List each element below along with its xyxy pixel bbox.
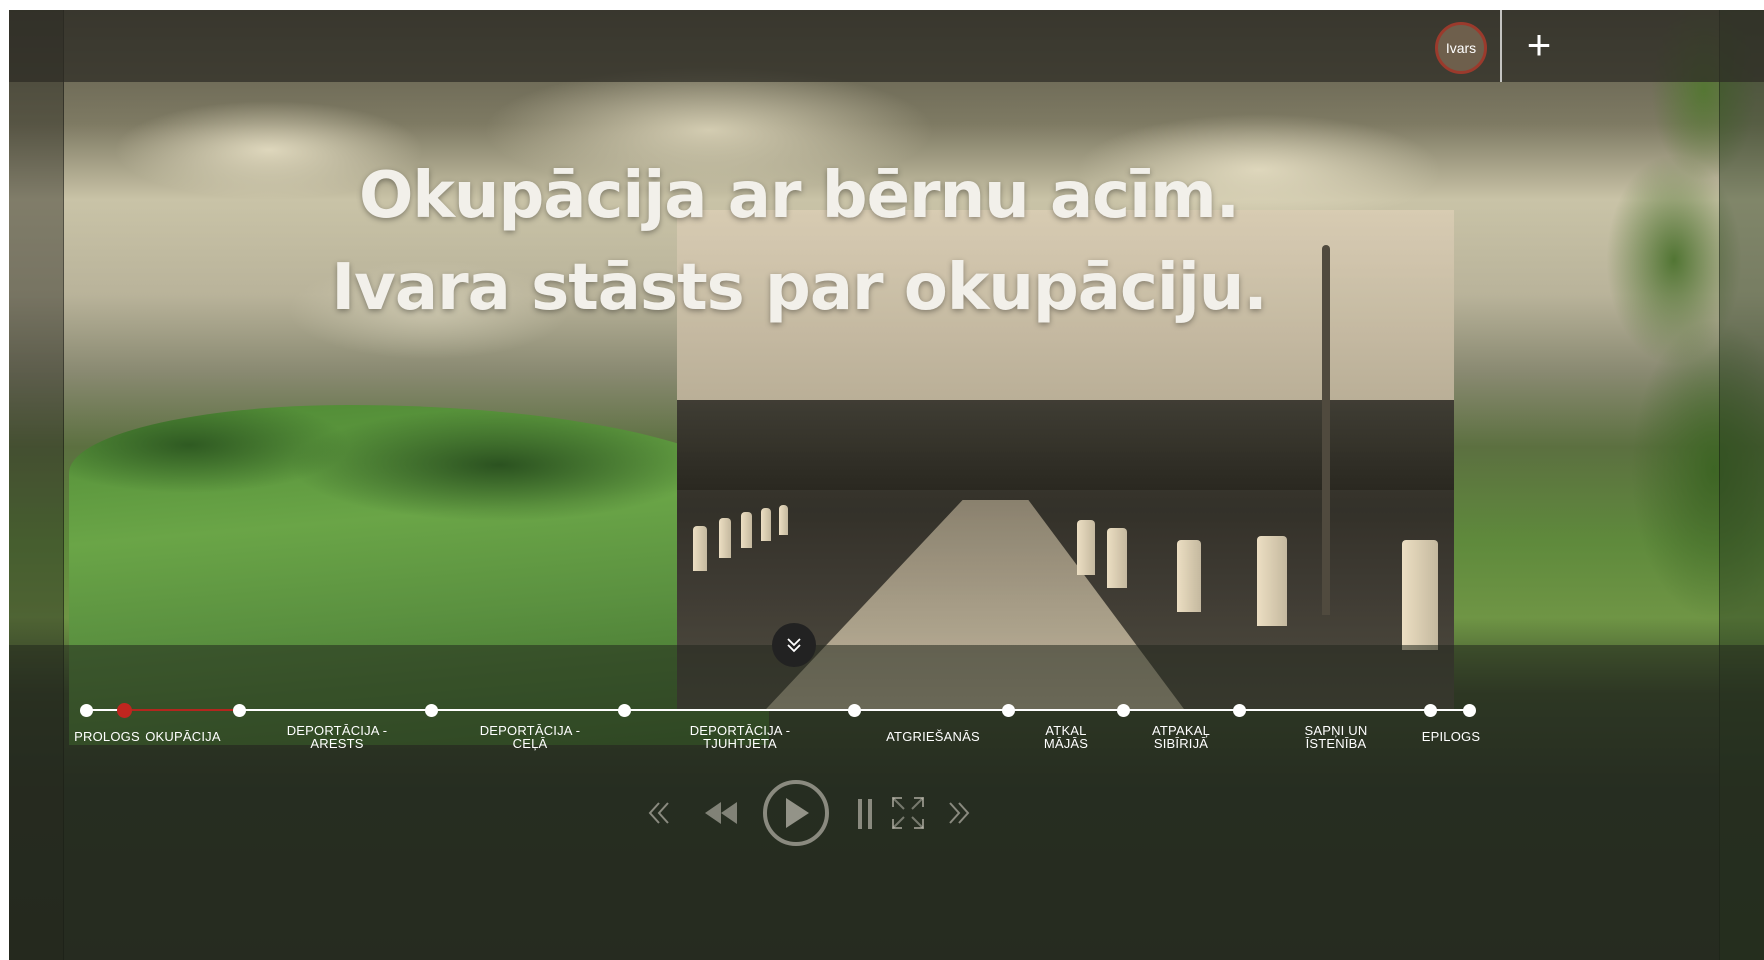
timeline-dot-epilogs-start[interactable] bbox=[1424, 704, 1437, 717]
chevrons-left-icon[interactable] bbox=[644, 798, 674, 828]
page-title: Okupācija ar bērnu acīm. Ivara stāsts pa… bbox=[209, 150, 1389, 334]
photo-forest bbox=[677, 400, 1454, 490]
title-line-1: Okupācija ar bērnu acīm. bbox=[358, 159, 1240, 233]
timeline-track bbox=[86, 709, 1471, 711]
timeline-label-sibirija[interactable]: ATPAKAĻ SIBĪRIJĀ bbox=[1111, 724, 1251, 750]
photo-post bbox=[779, 505, 788, 535]
timeline-dot-okupacija[interactable] bbox=[117, 703, 132, 718]
timeline-dot-sapni[interactable] bbox=[1233, 704, 1246, 717]
timeline-progress bbox=[124, 709, 234, 711]
photo-post bbox=[741, 512, 752, 548]
timeline-label-arests[interactable]: DEPORTĀCIJA - ARESTS bbox=[267, 724, 407, 750]
timeline-dot-sibirija[interactable] bbox=[1117, 704, 1130, 717]
photo-post bbox=[1402, 540, 1438, 650]
timeline-dot-tjuhtjeta[interactable] bbox=[618, 704, 631, 717]
timeline-label-atgriesanas[interactable]: ATGRIEŠANĀS bbox=[863, 730, 1003, 743]
play-icon bbox=[786, 798, 809, 828]
photo-post bbox=[1177, 540, 1201, 612]
user-avatar-button[interactable]: Ivars bbox=[1435, 22, 1487, 74]
timeline-dot-cela[interactable] bbox=[425, 704, 438, 717]
pause-icon[interactable] bbox=[853, 796, 877, 832]
photo-post bbox=[719, 518, 731, 558]
photo-post bbox=[1107, 528, 1127, 588]
photo-post bbox=[1257, 536, 1287, 626]
chevron-double-down-icon bbox=[787, 638, 801, 653]
photo-post bbox=[761, 508, 771, 541]
timeline-label-cela[interactable]: DEPORTĀCIJA - CEĻĀ bbox=[460, 724, 600, 750]
timeline-dot-epilogs-end[interactable] bbox=[1463, 704, 1476, 717]
fullscreen-icon[interactable] bbox=[889, 794, 927, 832]
scroll-down-button[interactable] bbox=[772, 623, 816, 667]
timeline-dot-atgriesanas[interactable] bbox=[848, 704, 861, 717]
timeline-dot-arests[interactable] bbox=[233, 704, 246, 717]
story-stage: Ivars + Okupācija ar bērnu acīm. Ivara s… bbox=[9, 10, 1764, 960]
title-line-2: Ivara stāsts par okupāciju. bbox=[331, 251, 1267, 325]
timeline-label-epilogs[interactable]: EPILOGS bbox=[1381, 730, 1521, 743]
photo-post bbox=[1077, 520, 1095, 575]
timeline-dot-prologs[interactable] bbox=[80, 704, 93, 717]
timeline-label-tjuhtjeta[interactable]: DEPORTĀCIJA - TJUHTJETA bbox=[670, 724, 810, 750]
plus-icon: + bbox=[1526, 21, 1552, 68]
header-divider bbox=[1500, 10, 1502, 82]
play-button[interactable] bbox=[763, 780, 829, 846]
chevrons-right-icon[interactable] bbox=[944, 798, 974, 828]
user-name: Ivars bbox=[1445, 40, 1477, 56]
add-button[interactable]: + bbox=[1519, 22, 1559, 68]
photo-post bbox=[693, 526, 707, 571]
rewind-icon[interactable] bbox=[699, 798, 743, 828]
player-controls bbox=[9, 780, 1764, 850]
timeline-label-okupacija[interactable]: OKUPĀCIJA bbox=[113, 730, 253, 743]
timeline-dot-atkal-majas[interactable] bbox=[1002, 704, 1015, 717]
